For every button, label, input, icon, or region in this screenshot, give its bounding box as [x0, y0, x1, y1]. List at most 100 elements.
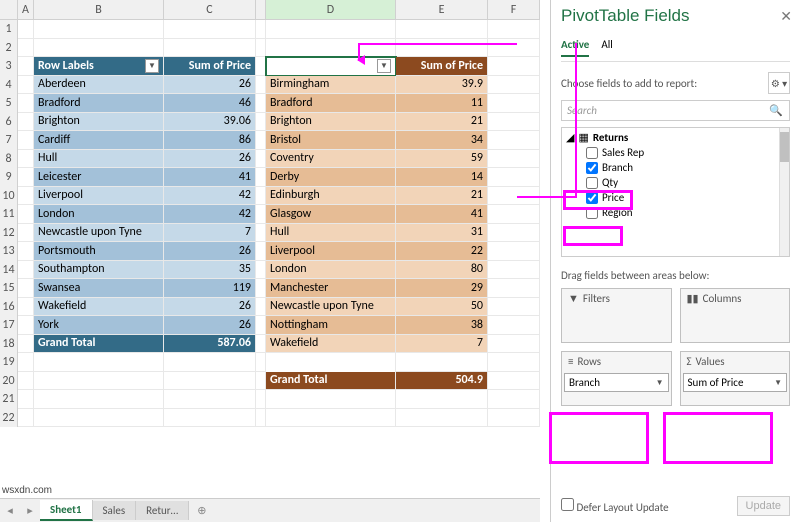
cell[interactable]	[488, 187, 540, 206]
cell[interactable]	[488, 150, 540, 169]
cell[interactable]	[18, 150, 34, 169]
cell[interactable]: Newcastle upon Tyne	[34, 224, 164, 243]
cell[interactable]: 80	[396, 261, 488, 280]
cell[interactable]	[488, 131, 540, 150]
cell[interactable]: 14	[396, 168, 488, 187]
tab-all[interactable]: All	[601, 38, 612, 57]
row-header[interactable]: 13	[0, 242, 18, 261]
cell[interactable]	[488, 279, 540, 298]
cell[interactable]: Leicester	[34, 168, 164, 187]
cell[interactable]	[18, 279, 34, 298]
cell[interactable]	[34, 372, 164, 391]
cell[interactable]	[256, 168, 266, 187]
cell[interactable]: 587.06	[164, 335, 256, 354]
cell[interactable]	[488, 409, 540, 428]
cell[interactable]: 41	[396, 205, 488, 224]
cell[interactable]	[488, 20, 540, 39]
cell[interactable]	[18, 20, 34, 39]
cell[interactable]: 86	[164, 131, 256, 150]
cell[interactable]	[256, 150, 266, 169]
cell[interactable]: Edinburgh	[266, 187, 396, 206]
cell[interactable]: Sum of Price	[396, 57, 488, 76]
row-header[interactable]: 12	[0, 224, 18, 243]
tab-nav-next[interactable]: ▸	[20, 504, 40, 517]
row-header[interactable]: 11	[0, 205, 18, 224]
cell[interactable]	[488, 390, 540, 409]
cell[interactable]	[256, 205, 266, 224]
defer-checkbox[interactable]: Defer Layout Update	[561, 498, 669, 514]
row-header[interactable]: 16	[0, 298, 18, 317]
cell[interactable]: 34	[396, 131, 488, 150]
field-branch[interactable]: Branch	[564, 160, 787, 175]
col-header-C[interactable]: C	[164, 0, 256, 19]
cell[interactable]: Bradford	[266, 94, 396, 113]
cell[interactable]	[266, 390, 396, 409]
rows-area[interactable]: ≡Rows Branch▼	[561, 351, 672, 406]
cell[interactable]: Grand Total	[34, 335, 164, 354]
cell[interactable]: 29	[396, 279, 488, 298]
cell[interactable]: Row Labels▼	[266, 57, 396, 76]
field-sales-rep[interactable]: Sales Rep	[564, 145, 787, 160]
cell[interactable]	[266, 353, 396, 372]
col-header-A[interactable]: A	[18, 0, 34, 19]
chevron-down-icon[interactable]: ▼	[656, 378, 664, 388]
cell[interactable]	[256, 242, 266, 261]
cell[interactable]	[164, 353, 256, 372]
cell[interactable]: 59	[396, 150, 488, 169]
cell[interactable]	[18, 261, 34, 280]
cell[interactable]	[18, 409, 34, 428]
filter-dropdown-icon[interactable]: ▼	[377, 59, 391, 73]
cell[interactable]	[488, 261, 540, 280]
cell[interactable]	[34, 353, 164, 372]
cell[interactable]	[488, 57, 540, 76]
cell[interactable]	[164, 372, 256, 391]
cell[interactable]: Grand Total	[266, 372, 396, 391]
cell[interactable]: 35	[164, 261, 256, 280]
cell[interactable]	[164, 39, 256, 58]
sheet-tab-returns[interactable]: Retur…	[136, 501, 189, 520]
cell[interactable]	[256, 224, 266, 243]
row-header[interactable]: 1	[0, 20, 18, 39]
row-header[interactable]: 18	[0, 335, 18, 354]
cell[interactable]: Birmingham	[266, 76, 396, 95]
cell[interactable]: 504.9	[396, 372, 488, 391]
select-all-corner[interactable]	[0, 0, 18, 19]
row-header[interactable]: 8	[0, 150, 18, 169]
cell[interactable]: Hull	[34, 150, 164, 169]
cell[interactable]	[18, 39, 34, 58]
row-header[interactable]: 14	[0, 261, 18, 280]
cell[interactable]: 26	[164, 150, 256, 169]
cell[interactable]	[18, 390, 34, 409]
cell[interactable]	[256, 372, 266, 391]
cell[interactable]	[488, 335, 540, 354]
cell[interactable]	[256, 298, 266, 317]
cell[interactable]	[488, 298, 540, 317]
cell[interactable]: 42	[164, 187, 256, 206]
row-header[interactable]: 22	[0, 409, 18, 428]
cell[interactable]	[488, 353, 540, 372]
col-header-D[interactable]: D	[266, 0, 396, 19]
cell[interactable]: 7	[396, 335, 488, 354]
cell[interactable]: Southampton	[34, 261, 164, 280]
table-node-returns[interactable]: ◢ ▦ Returns	[564, 130, 787, 145]
cell[interactable]	[18, 187, 34, 206]
cell[interactable]	[256, 409, 266, 428]
cell[interactable]: 26	[164, 316, 256, 335]
cell[interactable]: 26	[164, 76, 256, 95]
cell[interactable]: Brighton	[34, 113, 164, 132]
cell[interactable]	[18, 76, 34, 95]
cell[interactable]: Swansea	[34, 279, 164, 298]
collapse-icon[interactable]: ◢	[566, 131, 574, 144]
cell[interactable]	[488, 242, 540, 261]
cell[interactable]	[164, 20, 256, 39]
cell[interactable]: 39.06	[164, 113, 256, 132]
cell[interactable]	[256, 279, 266, 298]
cell[interactable]	[266, 409, 396, 428]
cell[interactable]	[18, 335, 34, 354]
cell[interactable]	[396, 353, 488, 372]
cell[interactable]	[164, 390, 256, 409]
col-header-gap[interactable]	[256, 0, 266, 19]
cell[interactable]	[256, 335, 266, 354]
row-header[interactable]: 7	[0, 131, 18, 150]
cell[interactable]: Glasgow	[266, 205, 396, 224]
